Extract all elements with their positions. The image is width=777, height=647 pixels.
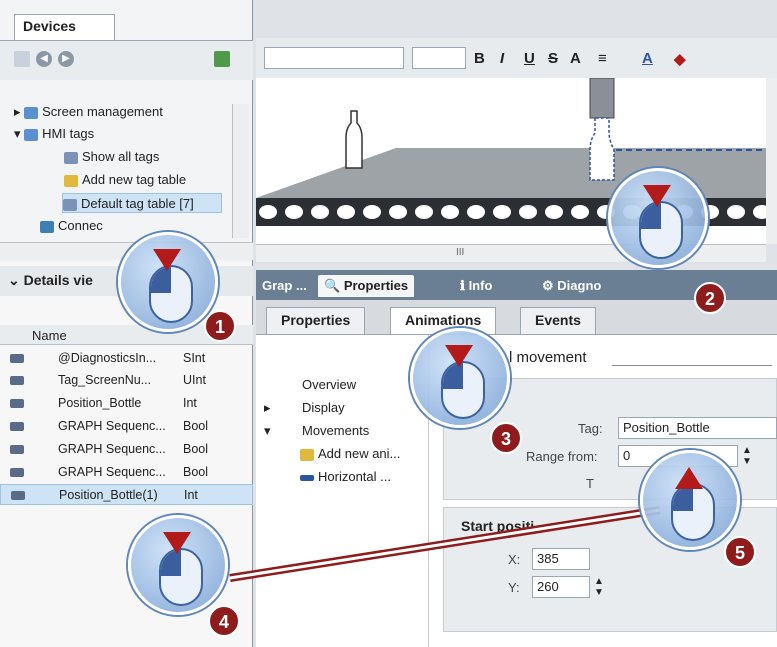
mouse-icon (441, 361, 485, 419)
step-badge-5: 5 (724, 536, 756, 568)
mouse-icon (149, 265, 193, 323)
mouse-icon (639, 201, 683, 259)
click-arrow-icon (445, 345, 473, 367)
step-badge-4: 4 (208, 605, 240, 637)
click-arrow-icon (153, 249, 181, 271)
click-arrow-icon (163, 532, 191, 554)
step-badge-3: 3 (490, 422, 522, 454)
mouse-icon (159, 548, 203, 606)
drop-arrow-icon (675, 467, 703, 489)
step-badge-1: 1 (204, 310, 236, 342)
drag-path-highlight (229, 508, 661, 580)
step-badge-2: 2 (694, 282, 726, 314)
callout-4 (128, 515, 228, 615)
callout-3 (410, 328, 510, 428)
callout-5 (640, 450, 740, 550)
callout-1 (118, 232, 218, 332)
callout-2 (608, 168, 708, 268)
click-arrow-icon (643, 185, 671, 207)
drag-path-overlay (229, 506, 661, 582)
mouse-icon (671, 483, 715, 541)
